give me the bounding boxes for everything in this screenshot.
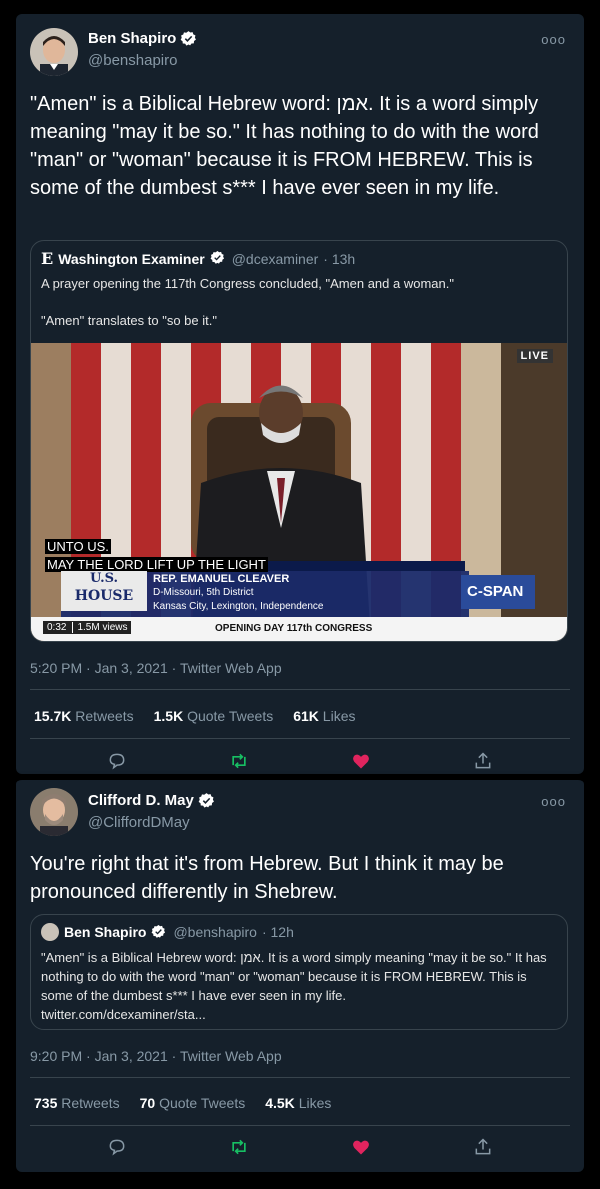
quoted-tweet[interactable]: Ben Shapiro @benshapiro · 12h "Amen" is … — [30, 914, 568, 1030]
retweets-stat[interactable]: 735 Retweets — [34, 1095, 120, 1111]
author-handle[interactable]: @benshapiro — [88, 52, 177, 69]
quoted-text: "Amen" is a Biblical Hebrew word: אמן. I… — [41, 950, 547, 1003]
divider — [30, 1125, 570, 1126]
like-heart-icon[interactable] — [350, 750, 372, 772]
avatar[interactable] — [30, 28, 78, 76]
quoted-tweet[interactable]: E Washington Examiner @dcexaminer · 13h … — [30, 240, 568, 642]
tweet-card-ben-shapiro: Ben Shapiro @benshapiro ooo "Amen" is a … — [16, 14, 584, 774]
live-badge: LIVE — [516, 349, 553, 363]
tweet-text: You're right that it's from Hebrew. But … — [30, 853, 504, 903]
divider — [30, 689, 570, 690]
likes-stat[interactable]: 4.5K Likes — [265, 1095, 331, 1111]
verified-badge-icon — [151, 924, 168, 941]
author-name[interactable]: Clifford D. May — [88, 792, 194, 809]
verified-badge-icon — [180, 30, 197, 47]
cspan-logo: C-SPAN — [467, 583, 524, 600]
avatar[interactable] — [30, 788, 78, 836]
share-icon[interactable] — [472, 1136, 494, 1158]
lower-third-location: Kansas City, Lexington, Independence — [153, 601, 324, 612]
more-options-icon[interactable]: ooo — [541, 794, 566, 809]
more-options-icon[interactable]: ooo — [541, 32, 566, 47]
quoted-text-line1: A prayer opening the 117th Congress conc… — [41, 276, 454, 291]
quote-tweets-stat[interactable]: 1.5K Quote Tweets — [154, 708, 274, 724]
reply-icon[interactable] — [106, 750, 128, 772]
verified-badge-icon — [198, 792, 215, 809]
quoted-author-handle: @dcexaminer — [231, 250, 319, 267]
lower-third-name: REP. EMANUEL CLEAVER — [153, 573, 290, 585]
video-views: 1.5M views — [72, 622, 127, 633]
quote-tweets-stat[interactable]: 70 Quote Tweets — [140, 1095, 246, 1111]
reply-icon[interactable] — [106, 1136, 128, 1158]
retweet-icon[interactable] — [228, 1136, 250, 1158]
quoted-author-handle: @benshapiro — [173, 924, 257, 940]
quoted-link[interactable]: twitter.com/dcexaminer/sta... — [41, 1005, 206, 1024]
tweet-timestamp[interactable]: 9:20 PM · Jan 3, 2021 · Twitter Web App — [30, 1048, 282, 1064]
house-logo: U.S. HOUSE — [61, 571, 147, 611]
video-duration: 0:32 1.5M views — [43, 621, 132, 634]
divider — [30, 1077, 570, 1078]
like-heart-icon[interactable] — [350, 1136, 372, 1158]
caption-line1: UNTO US. — [45, 539, 111, 554]
caption-line2: MAY THE LORD LIFT UP THE LIGHT — [45, 557, 268, 572]
tweet-stats: 735 Retweets 70 Quote Tweets 4.5K Likes — [34, 1095, 331, 1111]
likes-stat[interactable]: 61K Likes — [293, 708, 355, 724]
tweet-card-clifford-may: Clifford D. May @CliffordDMay ooo You're… — [16, 778, 584, 1172]
share-icon[interactable] — [472, 750, 494, 772]
divider — [30, 738, 570, 739]
video-player[interactable]: LIVE UNTO US. MAY THE LORD LIFT UP THE L… — [31, 343, 567, 641]
quoted-author-name: Washington Examiner — [58, 250, 205, 267]
quoted-time: · 12h — [261, 924, 294, 940]
author-handle[interactable]: @CliffordDMay — [88, 814, 190, 831]
bottom-banner: OPENING DAY 117th CONGRESS — [215, 623, 373, 634]
tweet-timestamp[interactable]: 5:20 PM · Jan 3, 2021 · Twitter Web App — [30, 660, 282, 676]
quoted-time: · 13h — [323, 250, 356, 267]
tweet-text: "Amen" is a Biblical Hebrew word: אמן. I… — [30, 93, 539, 199]
retweet-icon[interactable] — [228, 750, 250, 772]
quoted-text-line2: "Amen" translates to "so be it." — [41, 313, 217, 328]
quoted-avatar — [41, 923, 59, 941]
lower-third-district: D-Missouri, 5th District — [153, 587, 254, 598]
washington-examiner-logo-icon: E — [41, 249, 54, 268]
verified-badge-icon — [210, 250, 227, 267]
author-name[interactable]: Ben Shapiro — [88, 30, 176, 47]
tweet-stats: 15.7K Retweets 1.5K Quote Tweets 61K Lik… — [34, 708, 355, 724]
retweets-stat[interactable]: 15.7K Retweets — [34, 708, 134, 724]
quoted-author-name: Ben Shapiro — [64, 924, 147, 940]
